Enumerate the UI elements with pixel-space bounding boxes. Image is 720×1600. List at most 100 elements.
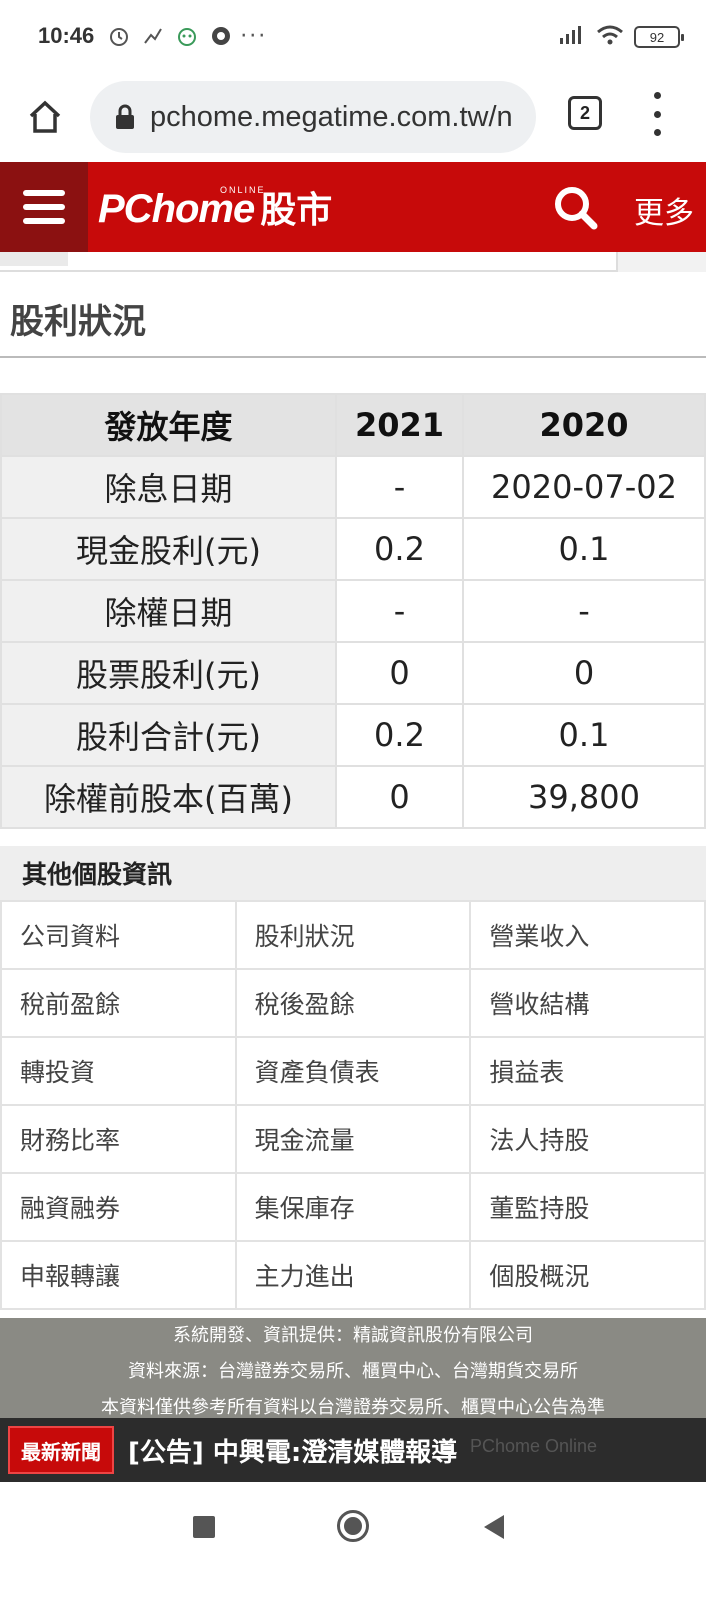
- link-pretax-income[interactable]: 稅前盈餘: [0, 968, 237, 1038]
- menu-dot-icon: [653, 129, 661, 136]
- site-footer: 系統開發、資訊提供：精誠資訊股份有限公司 資料來源：台灣證券交易所、櫃買中心、台…: [0, 1318, 706, 1418]
- more-notifications-icon: ···: [240, 23, 268, 49]
- hamburger-line-icon: [23, 218, 65, 224]
- status-time: 10:46: [38, 23, 95, 48]
- home-nav-button[interactable]: [337, 1510, 369, 1542]
- hamburger-line-icon: [23, 204, 65, 210]
- link-row: 融資融券 集保庫存 董監持股: [0, 1172, 706, 1242]
- link-major-trades[interactable]: 主力進出: [234, 1240, 472, 1310]
- sub-nav-left: [0, 252, 68, 266]
- menu-dot-icon: [653, 92, 661, 99]
- table-cell: 0.1: [462, 517, 706, 581]
- lock-icon: [116, 104, 134, 129]
- site-logo[interactable]: PChome ONLINE 股市: [98, 181, 332, 233]
- row-label: 除息日期: [0, 455, 337, 519]
- home-icon: [29, 100, 61, 133]
- home-button[interactable]: [0, 72, 90, 162]
- logo-stock: 股市: [260, 190, 333, 231]
- link-revenue-structure[interactable]: 營收結構: [469, 968, 706, 1038]
- hamburger-menu-button[interactable]: [0, 162, 88, 252]
- dividend-table: 發放年度 2021 2020 除息日期 - 2020-07-02 現金股利(元)…: [0, 393, 706, 829]
- back-button[interactable]: [484, 1515, 504, 1539]
- table-cell: 0.1: [462, 703, 706, 767]
- link-investments[interactable]: 轉投資: [0, 1036, 237, 1106]
- news-badge: 最新新聞: [8, 1426, 114, 1474]
- search-icon[interactable]: [552, 184, 600, 232]
- link-row: 稅前盈餘 稅後盈餘 營收結構: [0, 968, 706, 1038]
- title-divider: [0, 356, 706, 358]
- browser-menu-button[interactable]: [650, 92, 664, 136]
- menu-dot-icon: [653, 110, 661, 118]
- row-label: 股票股利(元): [0, 641, 337, 705]
- link-director-holdings[interactable]: 董監持股: [469, 1172, 706, 1242]
- table-row: 除息日期 - 2020-07-02: [0, 455, 706, 519]
- system-status: 92: [558, 24, 684, 50]
- system-nav-bar: [0, 1482, 720, 1600]
- browser-toolbar: pchome.megatime.com.tw/n 2: [0, 72, 720, 162]
- recent-apps-button[interactable]: [193, 1516, 215, 1538]
- footer-line: 資料來源：台灣證券交易所、櫃買中心、台灣期貨交易所: [128, 1361, 578, 1382]
- link-revenue[interactable]: 營業收入: [469, 900, 706, 970]
- more-menu-link[interactable]: 更多: [634, 188, 694, 232]
- link-row: 公司資料 股利狀況 營業收入: [0, 900, 706, 970]
- face-app-icon: [176, 25, 198, 47]
- wifi-icon: [596, 24, 624, 50]
- table-row: 股票股利(元) 0 0: [0, 641, 706, 705]
- table-cell: -: [335, 455, 464, 519]
- other-info-heading: 其他個股資訊: [0, 846, 706, 900]
- battery-icon: 92: [634, 26, 684, 48]
- hamburger-line-icon: [23, 190, 65, 196]
- table-row: 除權前股本(百萬) 0 39,800: [0, 765, 706, 829]
- news-ticker[interactable]: 最新新聞 [公告] 中興電:澄清媒體報導 PChome Online: [0, 1418, 706, 1482]
- row-label: 除權日期: [0, 579, 337, 643]
- table-header-row: 發放年度 2021 2020: [0, 393, 706, 457]
- table-row: 除權日期 - -: [0, 579, 706, 643]
- table-cell: 0: [335, 641, 464, 705]
- page-title: 股利狀況: [10, 302, 146, 342]
- url-text: pchome.megatime.com.tw/n: [150, 100, 513, 133]
- link-income-statement[interactable]: 損益表: [469, 1036, 706, 1106]
- link-cash-flow[interactable]: 現金流量: [234, 1104, 472, 1174]
- link-custody-stock[interactable]: 集保庫存: [234, 1172, 472, 1242]
- table-header-cell: 2021: [335, 393, 464, 457]
- site-header: PChome ONLINE 股市 更多: [0, 162, 706, 252]
- logo-online: ONLINE: [220, 185, 266, 195]
- table-row: 現金股利(元) 0.2 0.1: [0, 517, 706, 581]
- table-cell: 0: [462, 641, 706, 705]
- table-header-cell: 2020: [462, 393, 706, 457]
- link-net-income[interactable]: 稅後盈餘: [234, 968, 472, 1038]
- link-row: 財務比率 現金流量 法人持股: [0, 1104, 706, 1174]
- table-header-cell: 發放年度: [0, 393, 337, 457]
- table-row: 股利合計(元) 0.2 0.1: [0, 703, 706, 767]
- tab-switcher-button[interactable]: 2: [568, 96, 602, 130]
- link-margin-trading[interactable]: 融資融券: [0, 1172, 237, 1242]
- table-cell: 39,800: [462, 765, 706, 829]
- news-headline[interactable]: [公告] 中興電:澄清媒體報導: [128, 1432, 457, 1469]
- link-company-info[interactable]: 公司資料: [0, 900, 237, 970]
- signal-icon: [558, 24, 586, 50]
- footer-line: 系統開發、資訊提供：精誠資訊股份有限公司: [173, 1325, 533, 1346]
- link-financial-ratios[interactable]: 財務比率: [0, 1104, 237, 1174]
- row-label: 除權前股本(百萬): [0, 765, 337, 829]
- sub-nav-right: [616, 252, 706, 272]
- table-cell: 0.2: [335, 703, 464, 767]
- table-cell: 0: [335, 765, 464, 829]
- news-ghost-text: PChome Online: [470, 1436, 598, 1456]
- other-info-links: 公司資料 股利狀況 營業收入 稅前盈餘 稅後盈餘 營收結構 轉投資 資產負債表 …: [0, 900, 706, 1310]
- row-label: 現金股利(元): [0, 517, 337, 581]
- link-row: 轉投資 資產負債表 損益表: [0, 1036, 706, 1106]
- table-cell: -: [335, 579, 464, 643]
- table-cell: 2020-07-02: [462, 455, 706, 519]
- link-institutional-holdings[interactable]: 法人持股: [469, 1104, 706, 1174]
- link-transfer-declaration[interactable]: 申報轉讓: [0, 1240, 237, 1310]
- chrome-icon: [210, 25, 232, 47]
- table-cell: 0.2: [335, 517, 464, 581]
- link-dividend[interactable]: 股利狀況: [234, 900, 472, 970]
- address-bar[interactable]: pchome.megatime.com.tw/n: [90, 81, 536, 153]
- chart-app-icon: [142, 25, 164, 47]
- link-row: 申報轉讓 主力進出 個股概況: [0, 1240, 706, 1310]
- link-balance-sheet[interactable]: 資產負債表: [234, 1036, 472, 1106]
- status-bar: 10:46 ··· 92: [0, 0, 720, 72]
- link-stock-overview[interactable]: 個股概況: [469, 1240, 706, 1310]
- alarm-icon: [108, 25, 130, 47]
